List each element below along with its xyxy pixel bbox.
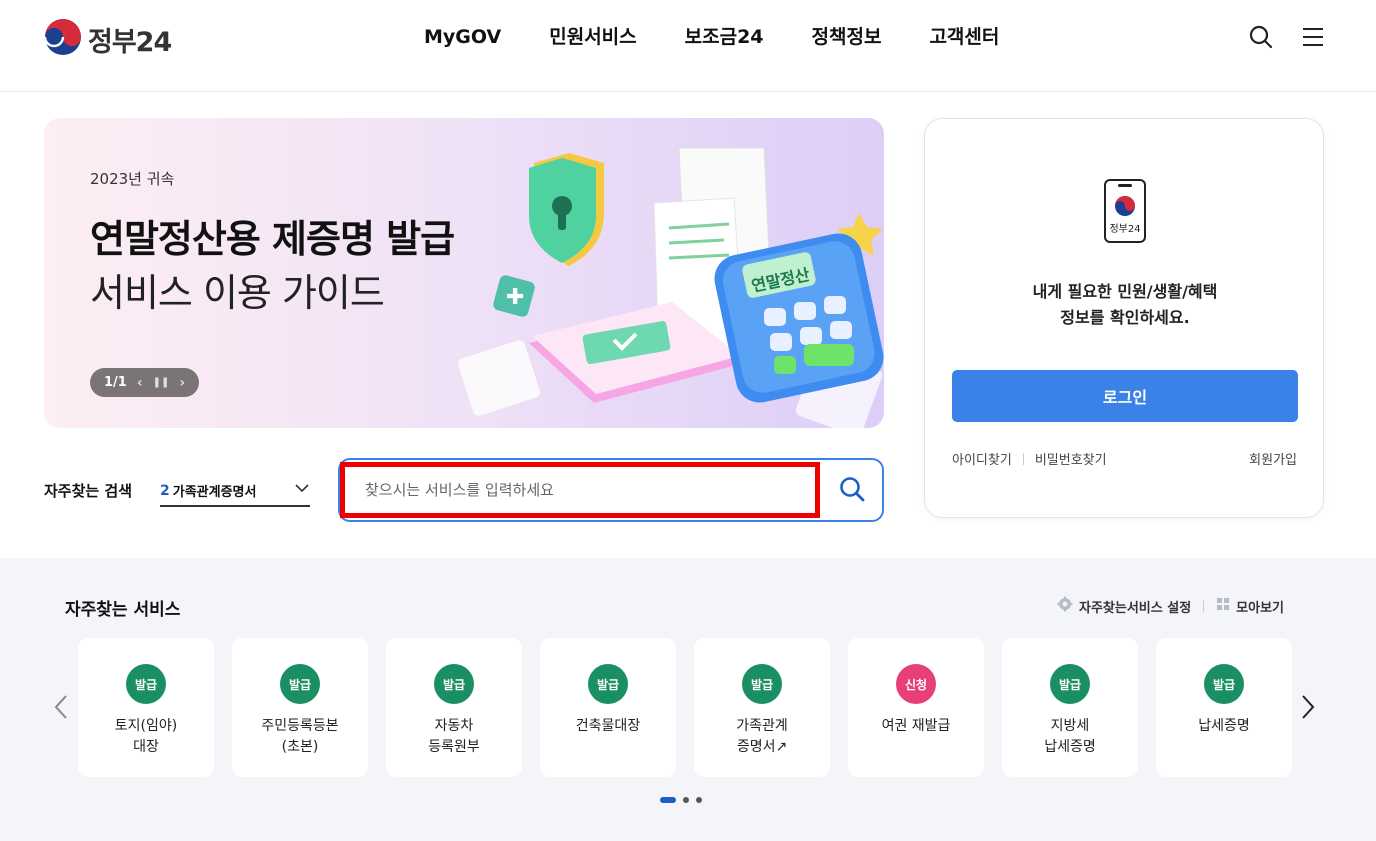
issue-badge: 발급 (588, 664, 628, 704)
service-label: 지방세 납세증명 (1044, 718, 1096, 755)
issue-badge: 발급 (434, 664, 474, 704)
carousel-pagination (660, 797, 702, 803)
service-card[interactable]: 발급 가족관계 증명서↗ (694, 638, 830, 777)
banner-title: 연말정산용 제증명 발급 (90, 217, 455, 261)
issue-badge: 발급 (1204, 664, 1244, 704)
service-label: 토지(임야) 대장 (114, 718, 178, 755)
login-description: 내게 필요한 민원/생활/혜택 정보를 확인하세요. (925, 279, 1325, 331)
nav-civil-service[interactable]: 민원서비스 (525, 24, 660, 50)
service-card[interactable]: 발급 자동차 등록원부 (386, 638, 522, 777)
gear-icon (1057, 596, 1073, 616)
nav-subsidy24[interactable]: 보조금24 (661, 24, 788, 50)
main-nav: MyGOV 민원서비스 보조금24 정책정보 고객센터 (400, 24, 1023, 50)
svg-text:✚: ✚ (506, 285, 524, 310)
grid-icon (1216, 597, 1230, 615)
service-label: 가족관계 증명서↗ (736, 718, 788, 755)
next-slide-icon[interactable]: › (179, 375, 185, 391)
service-label: 자동차 등록원부 (428, 718, 480, 755)
frequent-search-value: 가족관계증명서 (172, 485, 257, 500)
login-button[interactable]: 로그인 (952, 370, 1298, 422)
nav-policy-info[interactable]: 정책정보 (788, 24, 906, 50)
promo-banner[interactable]: 2023년 귀속 연말정산용 제증명 발급 서비스 이용 가이드 1/1 ‹ ❚… (44, 118, 884, 428)
service-cards: 발급 토지(임야) 대장 발급 주민등록등본 (초본) 발급 자동차 등록원부 발급 … (78, 638, 1292, 777)
service-card[interactable]: 발급 토지(임야) 대장 (78, 638, 214, 777)
nav-mygov[interactable]: MyGOV (400, 24, 525, 50)
issue-badge: 발급 (1050, 664, 1090, 704)
frequent-search-label: 자주찾는 검색 (44, 482, 133, 500)
search-icon[interactable] (1248, 24, 1274, 50)
carousel-prev-icon[interactable] (50, 692, 72, 722)
carousel-next-icon[interactable] (1297, 692, 1319, 722)
menu-icon[interactable] (1300, 24, 1326, 50)
nav-customer-center[interactable]: 고객센터 (905, 24, 1023, 50)
chevron-down-icon (294, 480, 310, 496)
search-button[interactable] (834, 472, 870, 508)
banner-illustration: ✚ 연말정산 (458, 147, 884, 428)
logo[interactable]: 정부24 (43, 18, 172, 60)
services-settings-link[interactable]: 자주찾는서비스 설정 (1057, 596, 1191, 616)
pause-icon[interactable]: ❚❚ (153, 377, 170, 388)
login-card: 정부24 내게 필요한 민원/생활/혜택 정보를 확인하세요. 로그인 아이디찾… (924, 118, 1324, 518)
service-card[interactable]: 신청 여권 재발급 (848, 638, 984, 777)
services-title: 자주찾는 서비스 (65, 600, 181, 620)
page-dot[interactable] (683, 797, 689, 803)
find-id-link[interactable]: 아이디찾기 (952, 449, 1012, 468)
service-label: 납세증명 (1198, 718, 1250, 734)
join-link[interactable]: 회원가입 (1249, 449, 1297, 468)
banner-subtitle: 2023년 귀속 (90, 170, 175, 188)
service-label: 여권 재발급 (881, 718, 951, 734)
find-password-link[interactable]: 비밀번호찾기 (1035, 449, 1107, 468)
phone-label: 정부24 (1109, 224, 1141, 235)
service-card[interactable]: 발급 지방세 납세증명 (1002, 638, 1138, 777)
phone-app-icon: 정부24 (1104, 179, 1146, 243)
service-card[interactable]: 발급 주민등록등본 (초본) (232, 638, 368, 777)
frequent-services-section: 자주찾는 서비스 자주찾는서비스 설정 모아보기 발급 토지(임야) 대장 발급 … (0, 558, 1376, 841)
issue-badge: 발급 (742, 664, 782, 704)
services-tools: 자주찾는서비스 설정 모아보기 (1057, 596, 1284, 616)
service-label: 주민등록등본 (초본) (261, 718, 339, 755)
service-card[interactable]: 발급 건축물대장 (540, 638, 676, 777)
frequent-search-dropdown[interactable]: 2 가족관계증명서 (160, 476, 310, 507)
account-links: 아이디찾기 비밀번호찾기 (952, 449, 1107, 468)
header-tools (1248, 24, 1326, 50)
search-icon (840, 476, 865, 501)
taegeuk-logo-icon (43, 18, 82, 60)
prev-slide-icon[interactable]: ‹ (137, 375, 143, 391)
logo-text: 정부24 (88, 26, 172, 58)
frequent-search-rank: 2 (160, 482, 170, 499)
search-input[interactable] (340, 462, 820, 518)
banner-title-secondary: 서비스 이용 가이드 (90, 271, 385, 315)
banner-controls: 1/1 ‹ ❚❚ › (90, 368, 199, 397)
site-header: 정부24 MyGOV 민원서비스 보조금24 정책정보 고객센터 (0, 0, 1376, 92)
view-all-label: 모아보기 (1236, 600, 1284, 616)
view-all-link[interactable]: 모아보기 (1216, 597, 1284, 616)
banner-counter: 1/1 (104, 375, 127, 390)
issue-badge: 발급 (126, 664, 166, 704)
apply-badge: 신청 (896, 664, 936, 704)
services-settings-label: 자주찾는서비스 설정 (1078, 600, 1192, 616)
issue-badge: 발급 (280, 664, 320, 704)
search-box (338, 458, 884, 522)
service-card[interactable]: 발급 납세증명 (1156, 638, 1292, 777)
page-dot[interactable] (696, 797, 702, 803)
login-desc-line2: 정보를 확인하세요. (1060, 308, 1190, 327)
service-label: 건축물대장 (575, 718, 641, 734)
login-desc-line1: 내게 필요한 민원/생활/혜택 (1032, 282, 1218, 301)
page-dot[interactable] (660, 797, 676, 803)
